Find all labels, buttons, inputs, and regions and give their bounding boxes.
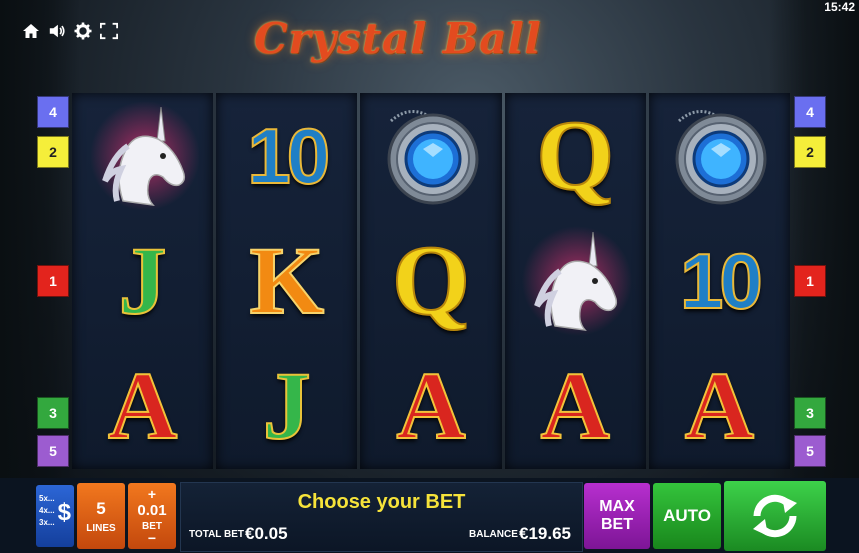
- payline-right-3[interactable]: 3: [794, 397, 826, 429]
- dollar-icon: $: [57, 499, 71, 526]
- symbol-j: J: [262, 352, 312, 460]
- spin-arrows-icon: [753, 494, 797, 538]
- symbol-10: 10: [246, 111, 331, 200]
- bet-decrease-button[interactable]: −: [148, 531, 156, 545]
- game-title: Crystal Ball: [254, 14, 542, 63]
- reel-cell: [72, 93, 213, 218]
- symbol-10: 10: [679, 236, 764, 325]
- lines-value: 5: [96, 498, 106, 518]
- bet-button[interactable]: + 0.01 BET −: [128, 483, 176, 549]
- payline-left-2[interactable]: 2: [37, 136, 69, 168]
- total-bet-label: TOTAL BET: [189, 529, 244, 540]
- payline-right-4[interactable]: 4: [794, 96, 826, 128]
- lines-label: LINES: [86, 522, 116, 534]
- payline-left-3[interactable]: 3: [37, 397, 69, 429]
- symbol-a: A: [395, 352, 466, 460]
- payline-right-2[interactable]: 2: [794, 136, 826, 168]
- payline-right-5[interactable]: 5: [794, 435, 826, 467]
- status-time: 15:42: [824, 0, 855, 14]
- unicorn-symbol-icon: [89, 100, 200, 211]
- bet-increase-button[interactable]: +: [148, 487, 156, 501]
- spin-button[interactable]: [724, 481, 826, 551]
- crystal-amulet-symbol-icon: [387, 109, 479, 205]
- symbol-a: A: [107, 352, 178, 460]
- reel-cell: A: [360, 344, 501, 469]
- symbol-q: Q: [391, 224, 471, 336]
- reel-cell: J: [216, 344, 357, 469]
- max-bet-line2: BET: [601, 516, 633, 533]
- reel-4: Q A: [504, 93, 646, 469]
- bet-value: 0.01: [137, 502, 167, 519]
- paytable-row: 5x...: [39, 494, 55, 503]
- reel-2: 10 K J: [216, 93, 358, 469]
- reel-cell: Q: [505, 93, 646, 218]
- paytable-row: 4x...: [39, 506, 55, 515]
- home-icon[interactable]: [22, 22, 40, 40]
- balance-label: BALANCE: [469, 529, 518, 540]
- top-toolbar: [22, 22, 118, 40]
- payline-left-1[interactable]: 1: [37, 265, 69, 297]
- reel-cell: J: [72, 218, 213, 343]
- reel-5: 10 A: [648, 93, 791, 469]
- total-bet-value: €0.05: [245, 524, 288, 543]
- symbol-a: A: [684, 352, 755, 460]
- reel-cell: A: [649, 344, 790, 469]
- max-bet-button[interactable]: MAX BET: [584, 483, 650, 549]
- auto-spin-button[interactable]: AUTO: [653, 483, 721, 549]
- reel-cell: K: [216, 218, 357, 343]
- crystal-amulet-symbol-icon: [675, 109, 767, 205]
- paytable-button[interactable]: 5x... 4x... 3x... $: [36, 485, 74, 547]
- payline-left-4[interactable]: 4: [37, 96, 69, 128]
- reel-cell: Q: [360, 218, 501, 343]
- reel-cell: [505, 218, 646, 343]
- symbol-k: K: [248, 226, 325, 334]
- message-text: Choose your BET: [297, 491, 466, 513]
- paytable-row: 3x...: [39, 518, 55, 527]
- volume-icon[interactable]: [48, 22, 66, 40]
- reel-3: QA: [360, 93, 502, 469]
- payline-left-5[interactable]: 5: [37, 435, 69, 467]
- reels-grid: J A 10 K J QAQ A 10 A: [72, 93, 791, 469]
- auto-label: AUTO: [663, 506, 711, 525]
- reel-cell: 10: [649, 218, 790, 343]
- symbol-q: Q: [535, 99, 615, 211]
- reel-cell: 10: [216, 93, 357, 218]
- unicorn-symbol-icon: [522, 225, 633, 336]
- symbol-a: A: [540, 352, 611, 460]
- max-bet-line1: MAX: [599, 498, 635, 515]
- fullscreen-icon[interactable]: [100, 22, 118, 40]
- balance-value: €19.65: [519, 524, 571, 543]
- info-panel: Choose your BET TOTAL BET €0.05 BALANCE …: [180, 482, 583, 552]
- reel-1: JA: [72, 93, 214, 469]
- gear-icon[interactable]: [74, 22, 92, 40]
- reel-cell: A: [72, 344, 213, 469]
- symbol-j: J: [118, 226, 168, 334]
- payline-right-1[interactable]: 1: [794, 265, 826, 297]
- reel-cell: [360, 93, 501, 218]
- reel-cell: A: [505, 344, 646, 469]
- reel-cell: [649, 93, 790, 218]
- lines-button[interactable]: 5 LINES: [77, 483, 125, 549]
